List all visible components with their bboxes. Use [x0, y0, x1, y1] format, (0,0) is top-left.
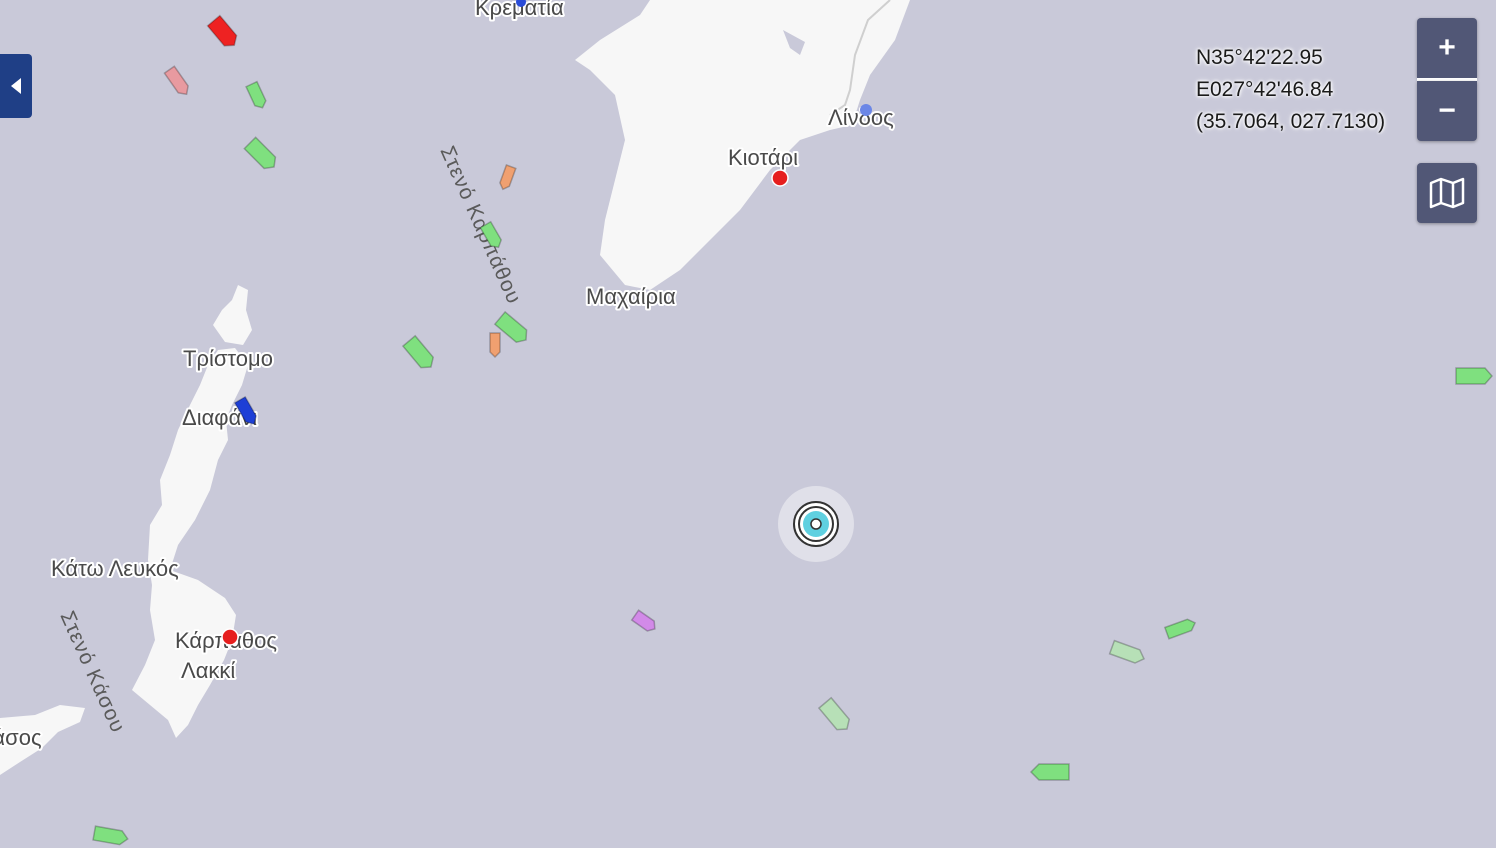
- coordinate-readout: N35°42'22.95 E027°42'46.84 (35.7064, 027…: [1196, 42, 1385, 138]
- map[interactable]: Κρεματία Λίνδος Κιοτάρι Μαχαίρια Τρίστομ…: [0, 0, 1496, 848]
- place-label-kasos: Κάσος: [0, 725, 42, 750]
- side-panel-toggle-button[interactable]: [0, 54, 32, 118]
- plus-icon: +: [1438, 31, 1456, 64]
- place-label-kiotari: Κιοτάρι: [728, 145, 798, 170]
- map-layers-button[interactable]: [1417, 163, 1477, 223]
- vessel-icon[interactable]: [1029, 763, 1070, 781]
- zoom-in-button[interactable]: +: [1417, 18, 1477, 78]
- vessel-icon[interactable]: [1455, 367, 1493, 385]
- chevron-left-icon: [11, 78, 21, 94]
- minus-icon: −: [1438, 94, 1456, 127]
- port-marker-kiotari[interactable]: [771, 169, 789, 187]
- place-label-machairia: Μαχαίρια: [586, 284, 676, 309]
- port-marker-lindos[interactable]: [860, 104, 872, 116]
- place-label-lakki: Λακκί: [181, 658, 235, 683]
- latitude-readout: N35°42'22.95: [1196, 46, 1323, 69]
- current-location-marker[interactable]: [778, 486, 854, 562]
- zoom-out-button[interactable]: −: [1417, 81, 1477, 141]
- place-label-tristomo: Τρίστομο: [183, 346, 273, 371]
- vessel-icon[interactable]: [489, 332, 501, 359]
- place-label-kato-lefkos: Κάτω Λευκός: [51, 556, 179, 581]
- port-marker-karpathos[interactable]: [221, 628, 239, 646]
- longitude-readout: E027°42'46.84: [1196, 78, 1334, 101]
- decimal-coordinates-readout: (35.7064, 027.7130): [1196, 110, 1386, 133]
- map-layers-icon: [1429, 177, 1465, 209]
